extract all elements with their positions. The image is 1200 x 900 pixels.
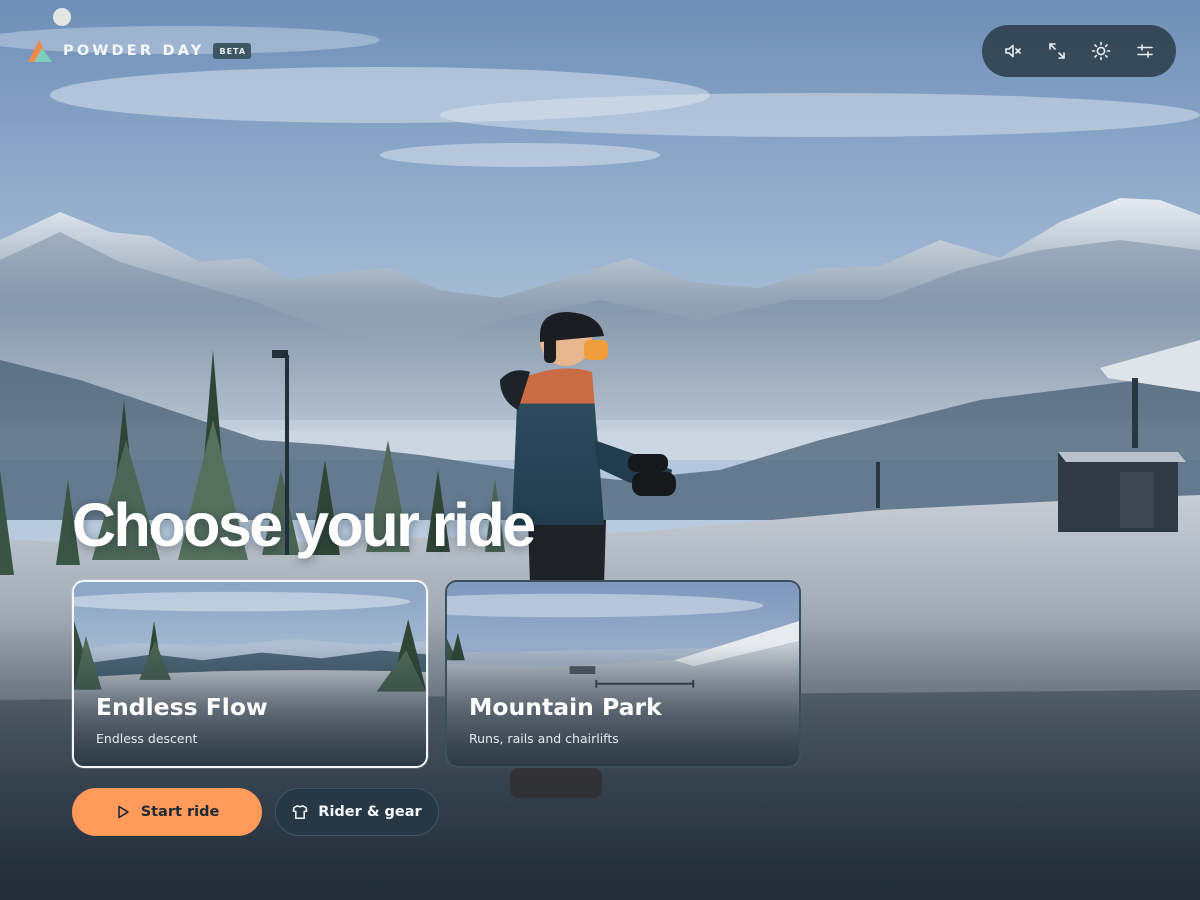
shirt-icon xyxy=(292,805,308,820)
start-ride-label: Start ride xyxy=(140,804,220,820)
settings-button[interactable] xyxy=(1129,35,1161,67)
mode-subtitle: Endless descent xyxy=(96,731,198,746)
sun-icon xyxy=(1091,41,1111,61)
page-title: Choose your ride xyxy=(72,491,536,559)
play-icon xyxy=(117,805,129,819)
mode-title: Endless Flow xyxy=(96,693,268,721)
quick-controls-bar xyxy=(982,25,1176,77)
mode-subtitle: Runs, rails and chairlifts xyxy=(469,731,619,746)
rider-gear-button[interactable]: Rider & gear xyxy=(275,788,439,836)
start-ride-button[interactable]: Start ride xyxy=(72,788,262,836)
brand-header: POWDER DAY BETA xyxy=(26,38,252,64)
fullscreen-button[interactable] xyxy=(1041,35,1073,67)
game-screen: POWDER DAY BETA Choose your ride Endless… xyxy=(0,0,1200,900)
speaker-muted-icon xyxy=(1005,44,1021,58)
beta-badge: BETA xyxy=(213,43,252,59)
rider-gear-label: Rider & gear xyxy=(318,804,422,820)
brightness-button[interactable] xyxy=(1085,35,1117,67)
mode-card-endless-flow[interactable]: Endless Flow Endless descent xyxy=(72,580,428,768)
powder-day-logo-icon xyxy=(28,40,52,62)
sliders-icon xyxy=(1137,44,1153,58)
mute-button[interactable] xyxy=(997,35,1029,67)
brand-name: POWDER DAY xyxy=(63,43,205,59)
mode-card-mountain-park[interactable]: Mountain Park Runs, rails and chairlifts xyxy=(445,580,801,768)
expand-arrows-icon xyxy=(1049,43,1065,59)
mode-title: Mountain Park xyxy=(469,693,662,721)
